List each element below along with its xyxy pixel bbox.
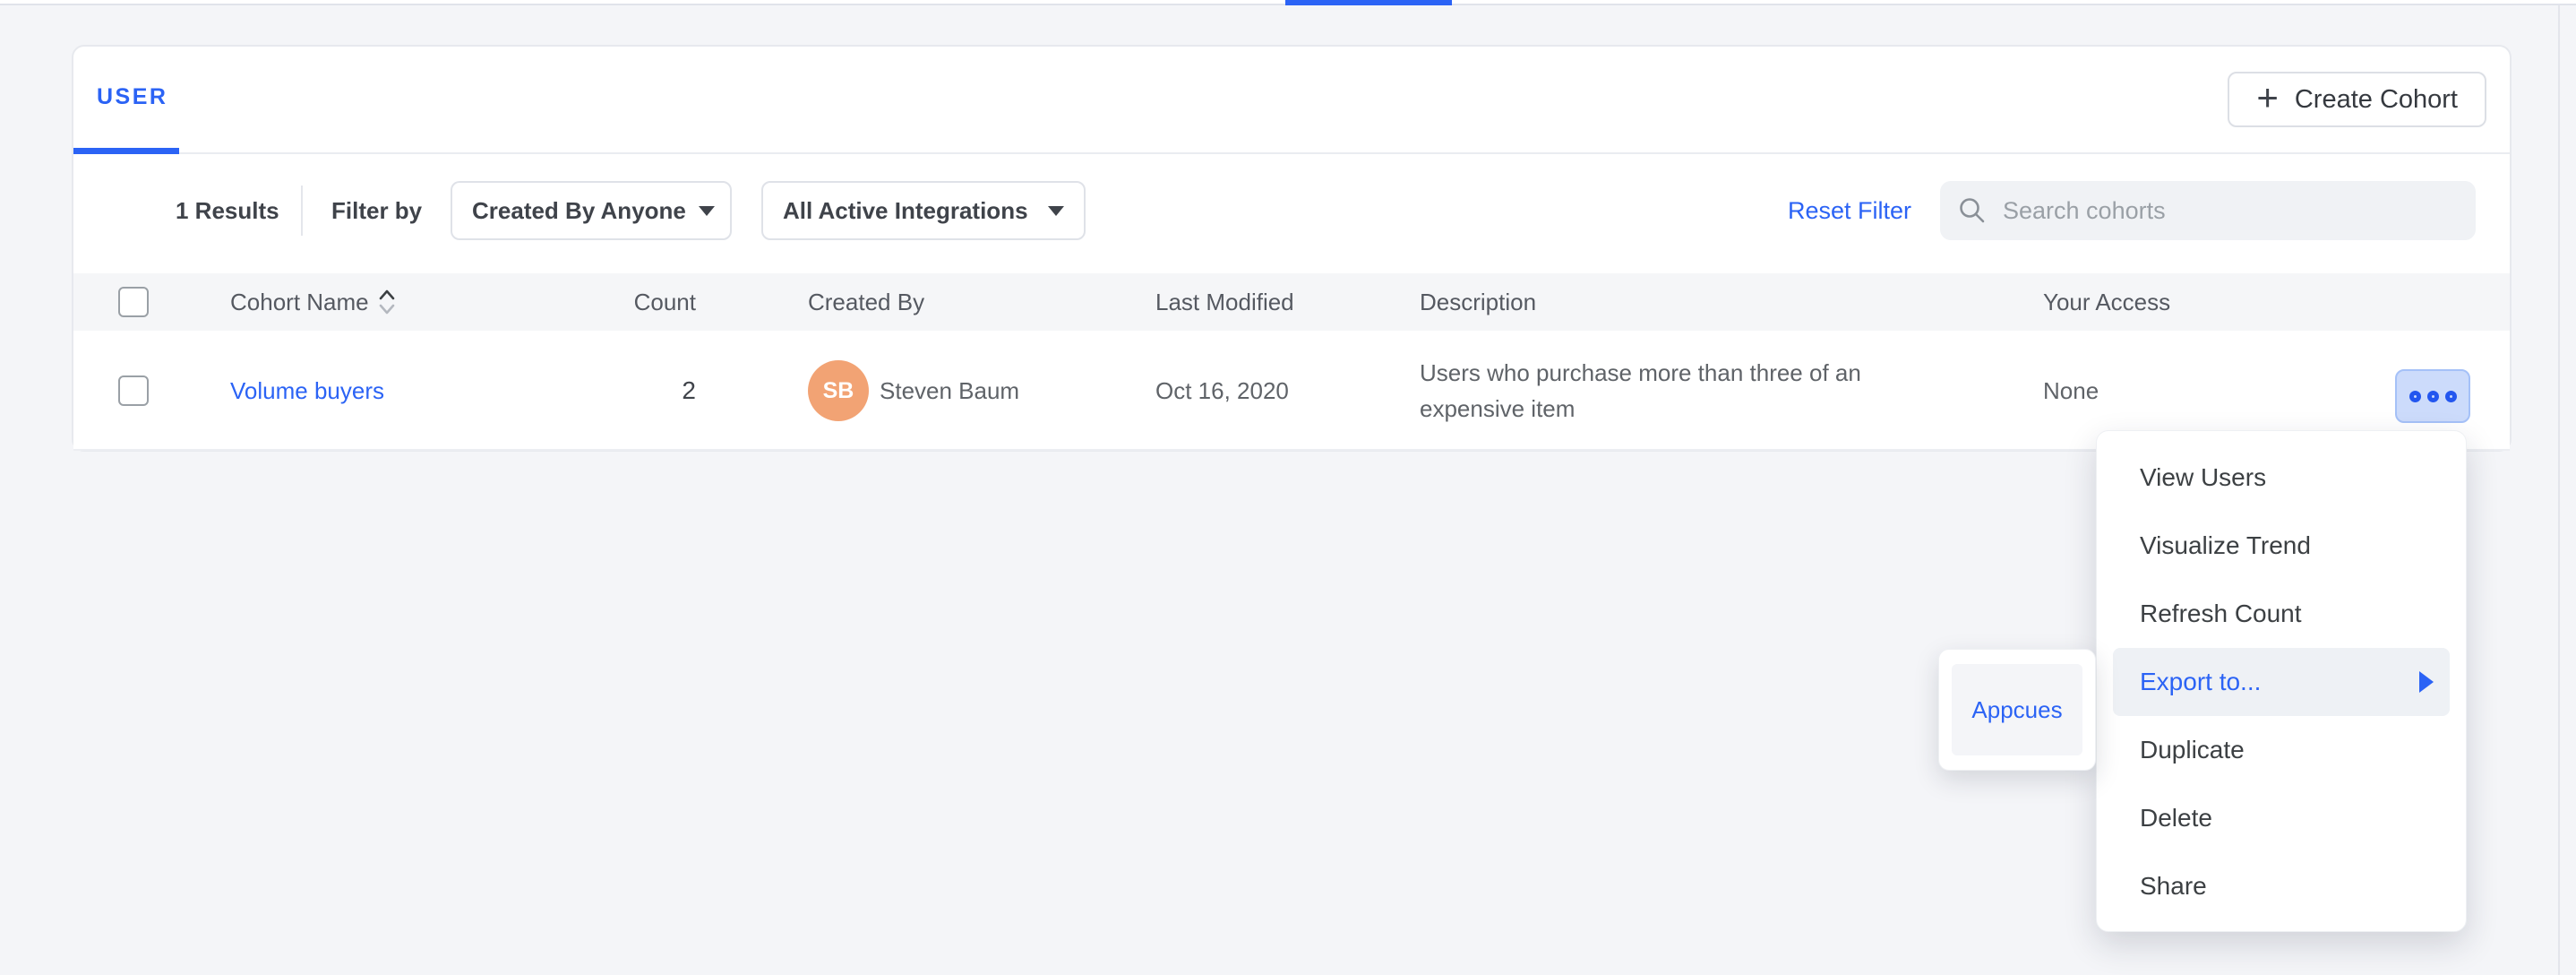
active-nav-tab-indicator [1285, 0, 1452, 5]
top-nav-edge [0, 0, 2576, 5]
column-header-description[interactable]: Description [1420, 273, 1536, 331]
caret-down-icon [699, 206, 715, 216]
cohorts-page: USER + Create Cohort 1 Results Filter by… [0, 0, 2576, 975]
table-header: Cohort Name Count Created By Last Modifi… [73, 273, 2510, 331]
results-count: 1 Results [176, 181, 279, 240]
created-by-name: Steven Baum [880, 331, 1019, 451]
cohort-count: 2 [562, 331, 696, 451]
submenu-item-appcues[interactable]: Appcues [1952, 664, 2082, 755]
last-modified-date: Oct 16, 2020 [1155, 331, 1289, 451]
cohort-name-link[interactable]: Volume buyers [230, 331, 384, 451]
your-access-value: None [2043, 331, 2099, 451]
export-to-label: Export to... [2140, 668, 2261, 696]
column-header-last-modified[interactable]: Last Modified [1155, 273, 1294, 331]
menu-item-view-users[interactable]: View Users [2097, 444, 2466, 512]
cohorts-card: USER + Create Cohort 1 Results Filter by… [72, 45, 2512, 452]
row-actions-button[interactable] [2395, 369, 2470, 423]
menu-item-delete[interactable]: Delete [2097, 784, 2466, 852]
search-input[interactable] [2003, 197, 2458, 225]
column-header-created-by[interactable]: Created By [808, 273, 924, 331]
tab-user[interactable]: USER [97, 84, 167, 110]
ellipsis-icon [2445, 391, 2457, 402]
plus-icon: + [2256, 79, 2279, 116]
menu-item-share[interactable]: Share [2097, 852, 2466, 920]
column-header-cohort-name[interactable]: Cohort Name [230, 273, 396, 331]
caret-down-icon [1048, 206, 1064, 216]
integrations-dropdown[interactable]: All Active Integrations [761, 181, 1086, 240]
sort-icon [378, 287, 396, 317]
tab-bar: USER + Create Cohort [73, 47, 2510, 154]
menu-item-duplicate[interactable]: Duplicate [2097, 716, 2466, 784]
search-icon [1958, 196, 1987, 225]
integrations-dropdown-value: All Active Integrations [783, 197, 1028, 225]
select-all-checkbox[interactable] [118, 287, 149, 317]
filter-divider [301, 186, 303, 236]
export-submenu: Appcues [1938, 649, 2096, 771]
submenu-arrow-icon [2419, 671, 2434, 693]
create-cohort-label: Create Cohort [2295, 85, 2458, 115]
filter-by-label: Filter by [331, 181, 422, 240]
menu-item-refresh-count[interactable]: Refresh Count [2097, 580, 2466, 648]
filter-bar: 1 Results Filter by Created By Anyone Al… [73, 181, 2510, 240]
created-by-dropdown-value: Created By Anyone [472, 197, 686, 225]
active-tab-underline [73, 148, 179, 154]
row-actions-menu: View Users Visualize Trend Refresh Count… [2096, 430, 2467, 932]
column-header-your-access[interactable]: Your Access [2043, 273, 2170, 331]
cohort-name-header-label: Cohort Name [230, 289, 369, 316]
search-cohorts-box [1940, 181, 2476, 240]
avatar: SB [808, 360, 869, 421]
menu-item-export-to[interactable]: Export to... [2113, 648, 2450, 716]
page-right-divider [2558, 5, 2560, 975]
column-header-count[interactable]: Count [562, 273, 696, 331]
ellipsis-icon [2427, 391, 2439, 402]
ellipsis-icon [2409, 391, 2421, 402]
menu-item-visualize-trend[interactable]: Visualize Trend [2097, 512, 2466, 580]
row-checkbox[interactable] [118, 375, 149, 406]
create-cohort-button[interactable]: + Create Cohort [2228, 72, 2486, 127]
reset-filter-link[interactable]: Reset Filter [1788, 181, 1911, 240]
cohort-description: Users who purchase more than three of an… [1420, 331, 1957, 451]
created-by-dropdown[interactable]: Created By Anyone [451, 181, 732, 240]
